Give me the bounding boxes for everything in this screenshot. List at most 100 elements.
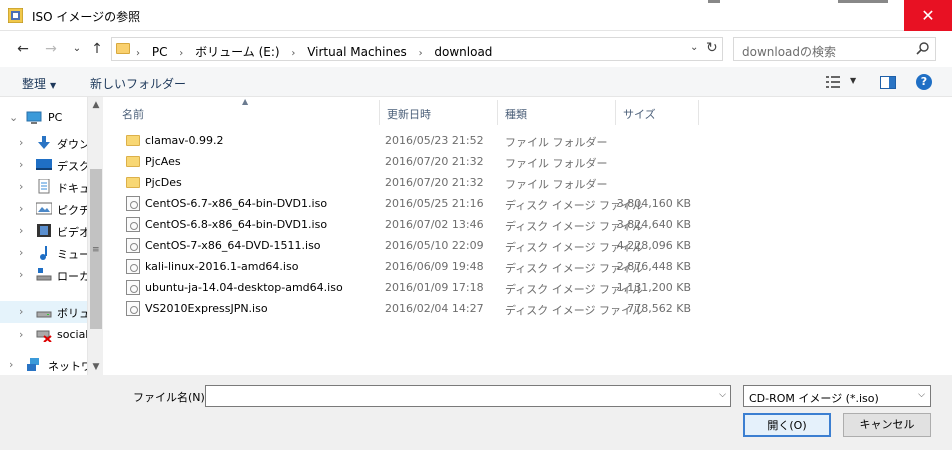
column-header-label: 名前	[122, 108, 144, 121]
view-options-icon[interactable]	[826, 76, 840, 88]
open-button[interactable]: 開く(O)	[743, 413, 831, 437]
folder-icon	[126, 135, 140, 146]
chevron-down-icon[interactable]: ⌵	[719, 390, 726, 400]
sidebar-item-social[interactable]: › social	[0, 324, 87, 346]
file-size: 4,228,096 KB	[616, 239, 691, 252]
chevron-right-icon[interactable]: ›	[19, 246, 23, 259]
sidebar-item-volume[interactable]: › ボリュー	[0, 301, 87, 323]
breadcrumb-separator-icon[interactable]: ›	[419, 48, 423, 59]
chevron-right-icon[interactable]: ›	[19, 224, 23, 237]
file-size: 1,131,200 KB	[616, 281, 691, 294]
file-row[interactable]: VS2010ExpressJPN.iso 2016/02/04 14:27 ディ…	[103, 298, 952, 319]
help-icon[interactable]: ?	[916, 74, 932, 90]
breadcrumb-separator-icon[interactable]: ›	[179, 48, 183, 59]
chevron-right-icon[interactable]: ›	[19, 328, 23, 341]
sidebar-item-videos[interactable]: › ビデオ	[0, 220, 87, 242]
new-folder-button[interactable]: 新しいフォルダー	[90, 75, 186, 92]
file-row[interactable]: PjcAes 2016/07/20 21:32 ファイル フォルダー	[103, 151, 952, 172]
refresh-icon[interactable]: ↻	[706, 40, 718, 56]
window-title: ISO イメージの参照	[32, 10, 141, 24]
column-header-label: サイズ	[623, 108, 656, 121]
local-disk-icon	[36, 268, 52, 281]
search-box[interactable]: downloadの検索	[733, 37, 936, 61]
file-type-filter-select[interactable]: CD-ROM イメージ (*.iso) ⌵	[743, 385, 931, 407]
column-header-size[interactable]: サイズ	[616, 100, 699, 125]
address-dropdown-icon[interactable]: ⌄	[690, 42, 698, 53]
disc-image-icon	[126, 259, 140, 274]
forward-button[interactable]: →	[42, 41, 60, 57]
file-name: CentOS-7-x86_64-DVD-1511.iso	[145, 239, 321, 252]
column-header-date[interactable]: 更新日時	[380, 100, 498, 125]
navigation-pane: ⌄ PC › ダウンロ › デスクト › ドキュメ › ピクチャ › ビデオ ›…	[0, 97, 103, 375]
command-toolbar: 整理 ▼ 新しいフォルダー ▼ ?	[0, 67, 952, 97]
file-row[interactable]: PjcDes 2016/07/20 21:32 ファイル フォルダー	[103, 172, 952, 193]
file-name: VS2010ExpressJPN.iso	[145, 302, 268, 315]
folder-icon	[126, 177, 140, 188]
file-size: 3,824,640 KB	[616, 218, 691, 231]
scroll-up-icon[interactable]: ▲	[88, 97, 104, 113]
recent-locations-button[interactable]: ⌄	[68, 41, 86, 57]
close-button[interactable]: ✕	[904, 0, 952, 31]
breadcrumb-item-volume[interactable]: ボリューム (E:)	[195, 45, 279, 59]
column-header-type[interactable]: 種類	[498, 100, 616, 125]
chevron-right-icon[interactable]: ›	[9, 358, 13, 371]
close-icon: ✕	[921, 6, 935, 25]
sidebar-item-label: デスクト	[57, 160, 87, 173]
breadcrumb-item-virtual-machines[interactable]: Virtual Machines	[307, 45, 407, 59]
file-type-filter-value: CD-ROM イメージ (*.iso)	[749, 392, 879, 405]
sidebar-item-local-disk[interactable]: › ローカル	[0, 264, 87, 286]
chevron-down-icon[interactable]: ⌵	[918, 390, 925, 400]
file-row[interactable]: CentOS-6.8-x86_64-bin-DVD1.iso 2016/07/0…	[103, 214, 952, 235]
preview-pane-icon[interactable]	[880, 76, 896, 89]
breadcrumb: › PC › ボリューム (E:) › Virtual Machines › d…	[136, 43, 500, 60]
up-button[interactable]: ↑	[88, 41, 106, 57]
chevron-right-icon[interactable]: ›	[19, 305, 23, 318]
scroll-down-icon[interactable]: ▼	[88, 359, 104, 375]
file-name: PjcDes	[145, 176, 182, 189]
breadcrumb-separator-icon[interactable]: ›	[291, 48, 295, 59]
file-type: ファイル フォルダー	[505, 157, 608, 170]
column-header-label: 更新日時	[387, 108, 431, 121]
filename-input[interactable]: ⌵	[205, 385, 731, 407]
cancel-button[interactable]: キャンセル	[843, 413, 931, 437]
sidebar-item-label: PC	[48, 111, 63, 124]
file-date: 2016/07/02 13:46	[385, 218, 484, 231]
breadcrumb-item-pc[interactable]: PC	[152, 45, 168, 59]
dialog-footer: ファイル名(N): ⌵ CD-ROM イメージ (*.iso) ⌵ 開く(O) …	[0, 375, 952, 450]
chevron-down-icon[interactable]: ⌄	[9, 111, 18, 124]
file-date: 2016/01/09 17:18	[385, 281, 484, 294]
chevron-right-icon[interactable]: ›	[19, 180, 23, 193]
organize-button[interactable]: 整理 ▼	[22, 75, 56, 92]
pictures-icon	[36, 202, 52, 215]
sidebar-item-music[interactable]: › ミュージ	[0, 242, 87, 264]
search-input[interactable]: downloadの検索	[742, 43, 836, 60]
file-row[interactable]: clamav-0.99.2 2016/05/23 21:52 ファイル フォルダ…	[103, 130, 952, 151]
file-row[interactable]: CentOS-7-x86_64-DVD-1511.iso 2016/05/10 …	[103, 235, 952, 256]
chevron-right-icon[interactable]: ›	[19, 268, 23, 281]
file-date: 2016/05/25 21:16	[385, 197, 484, 210]
sidebar-scrollbar[interactable]: ▲ ≡ ▼	[87, 97, 103, 375]
chevron-right-icon[interactable]: ›	[19, 158, 23, 171]
chevron-right-icon[interactable]: ›	[19, 202, 23, 215]
sidebar-item-network[interactable]: › ネットワ	[0, 354, 87, 376]
file-list: ▲ 名前 更新日時 種類 サイズ clamav-0.99.2 2016/05/2…	[103, 97, 952, 375]
address-row: ← → ⌄ ↑ › PC › ボリューム (E:) › Virtual Mach…	[0, 31, 952, 67]
sidebar-item-downloads[interactable]: › ダウンロ	[0, 132, 87, 154]
file-row[interactable]: ubuntu-ja-14.04-desktop-amd64.iso 2016/0…	[103, 277, 952, 298]
breadcrumb-item-download[interactable]: download	[434, 45, 492, 59]
address-bar[interactable]: › PC › ボリューム (E:) › Virtual Machines › d…	[111, 37, 723, 61]
sidebar-item-desktop[interactable]: › デスクト	[0, 154, 87, 176]
sidebar-item-pictures[interactable]: › ピクチャ	[0, 198, 87, 220]
file-row[interactable]: kali-linux-2016.1-amd64.iso 2016/06/09 1…	[103, 256, 952, 277]
sidebar-item-documents[interactable]: › ドキュメ	[0, 176, 87, 198]
file-name: CentOS-6.7-x86_64-bin-DVD1.iso	[145, 197, 328, 210]
search-icon[interactable]	[916, 41, 930, 55]
back-button[interactable]: ←	[14, 41, 32, 57]
column-header-name[interactable]: 名前	[115, 100, 380, 125]
chevron-right-icon[interactable]: ›	[19, 136, 23, 149]
view-caret-down-icon[interactable]: ▼	[850, 76, 856, 85]
sidebar-item-pc[interactable]: ⌄ PC	[0, 107, 87, 129]
file-row[interactable]: CentOS-6.7-x86_64-bin-DVD1.iso 2016/05/2…	[103, 193, 952, 214]
scrollbar-grip-icon: ≡	[92, 245, 100, 255]
file-name: PjcAes	[145, 155, 181, 168]
